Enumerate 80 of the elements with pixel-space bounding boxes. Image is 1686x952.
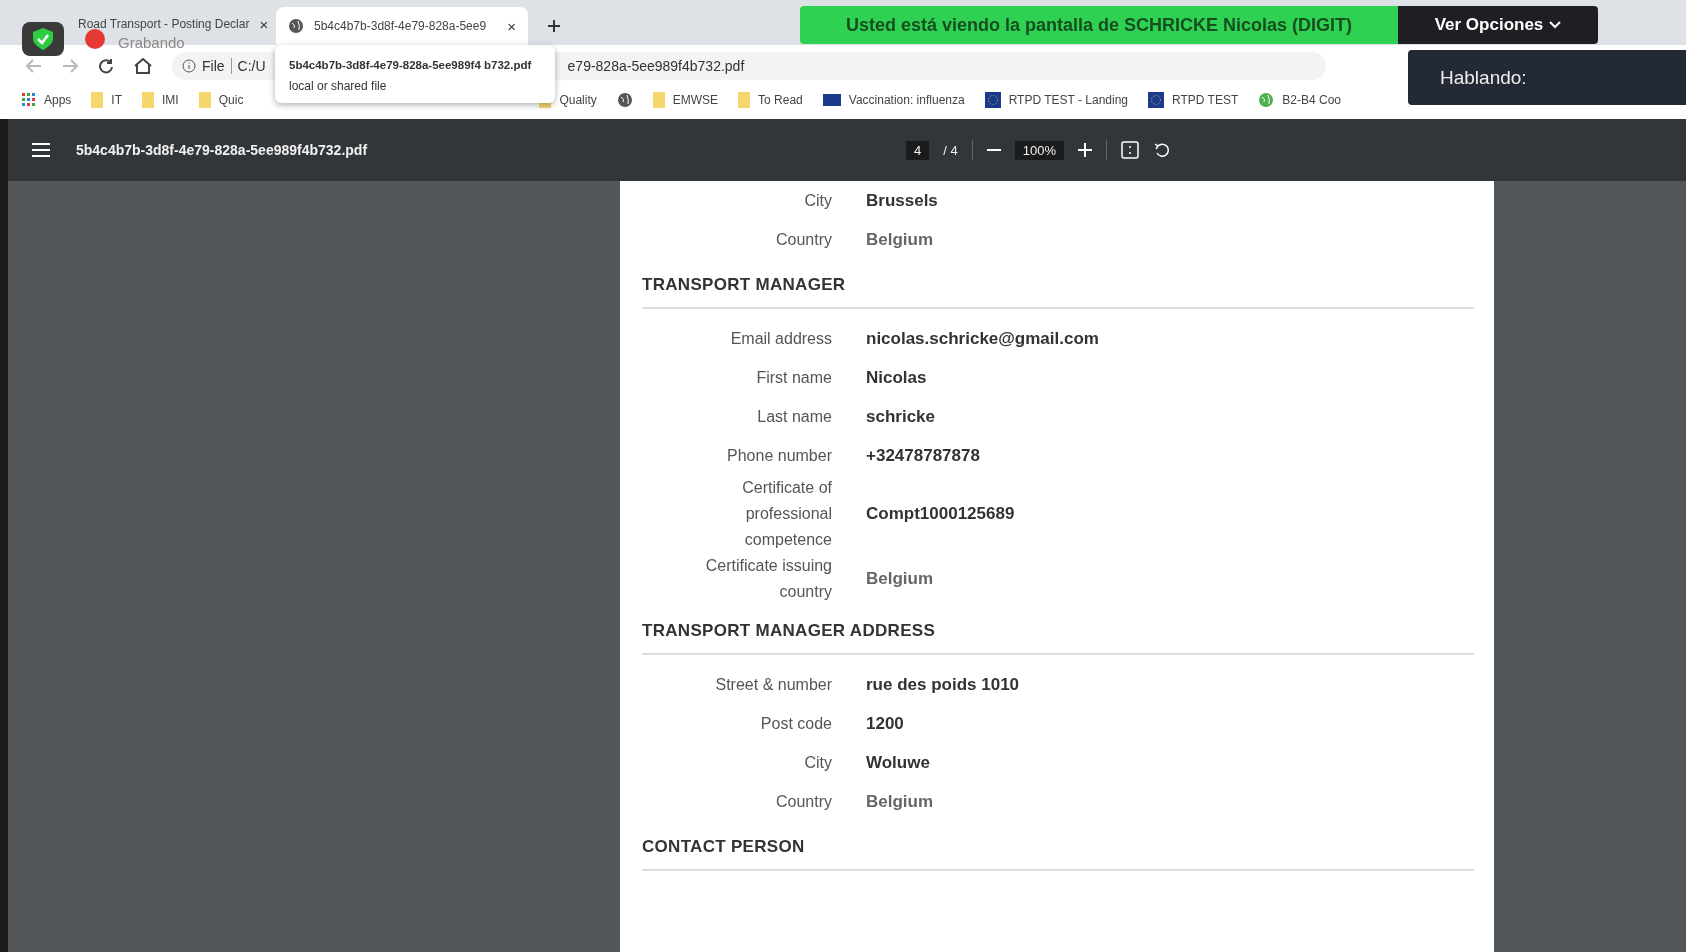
address-text: e79-828a-5ee989f4b732.pdf	[567, 58, 745, 74]
field-value: rue des poids 1010	[866, 674, 1020, 695]
field-value: Compt1000125689	[866, 504, 1015, 524]
info-icon	[182, 59, 196, 73]
field-label: Street & number	[714, 674, 832, 695]
field-value: Belgium	[866, 791, 934, 812]
field-label: City	[803, 190, 832, 211]
eu-flag-icon	[1148, 92, 1165, 108]
zoom-field[interactable]: 100%	[1014, 140, 1064, 160]
screen-share-banner: Usted está viendo la pantalla de SCHRICKE Nicolas (DIGIT)	[800, 6, 1398, 44]
bookmark[interactable]: To Read	[738, 92, 803, 108]
field-label: Last name	[756, 406, 832, 427]
field-label: Email address	[729, 328, 832, 349]
fit-page-icon[interactable]	[1120, 141, 1139, 159]
close-icon[interactable]: ×	[259, 15, 269, 33]
menu-icon[interactable]	[32, 143, 50, 157]
section-heading: CONTACT PERSON	[642, 821, 1474, 871]
field-value: +32478787878	[866, 445, 980, 466]
field-label: Post code	[759, 713, 832, 734]
page-total: / 4	[943, 142, 958, 158]
field-label: First name	[755, 367, 832, 388]
field-value: Woluwe	[866, 752, 930, 773]
section-heading: TRANSPORT MANAGER ADDRESS	[642, 605, 1474, 655]
tooltip-subtitle: local or shared file	[289, 79, 388, 93]
field-label: Country	[774, 791, 832, 812]
field-value: Nicolas	[866, 367, 927, 388]
rotate-icon[interactable]	[1152, 141, 1171, 159]
zoom-in-icon[interactable]	[1077, 143, 1092, 157]
new-tab-icon[interactable]	[546, 18, 562, 34]
recording-dot-icon	[85, 29, 105, 49]
field-value: Belgium	[866, 229, 934, 250]
browser-tab[interactable]: 5b4c4b7b-3d8f-4e79-828a-5ee9 ×	[276, 7, 528, 45]
bookmark[interactable]: EMWSE	[652, 92, 719, 108]
reload-icon[interactable]	[98, 58, 114, 74]
file-name: 5b4c4b7b-3d8f-4e79-828a-5ee989f4b732.pdf	[76, 142, 368, 158]
folder-icon	[738, 92, 751, 108]
field-value: Belgium	[866, 569, 934, 589]
bookmark[interactable]: RTPD TEST - Landing	[984, 92, 1129, 108]
folder-icon	[91, 92, 104, 108]
globe-icon	[288, 18, 304, 34]
field-label: City	[803, 752, 832, 773]
browser-tab[interactable]: Road Transport - Posting Declar ×	[66, 14, 272, 34]
folder-icon	[142, 92, 155, 108]
bookmark[interactable]: RTPD TEST	[1148, 92, 1239, 108]
bookmark[interactable]: Quic	[198, 92, 244, 108]
field-label: Phone number	[726, 445, 832, 466]
field-label: Certificate of professional competence	[741, 478, 832, 550]
folder-icon	[198, 92, 211, 108]
globe-icon	[1258, 92, 1275, 108]
tab-title: Road Transport - Posting Declar	[78, 17, 250, 31]
page-number-field[interactable]: 4	[906, 140, 930, 160]
field-value: nicolas.schricke@gmail.com	[866, 328, 1099, 349]
shield-check-icon[interactable]	[22, 22, 64, 56]
bookmark[interactable]: Apps	[22, 93, 72, 107]
field-value: Brussels	[866, 190, 938, 211]
field-value: 1200	[866, 713, 904, 734]
chevron-down-icon	[1549, 21, 1562, 29]
field-value: schricke	[866, 406, 935, 427]
section-heading: TRANSPORT MANAGER	[642, 259, 1474, 309]
eu-flag-icon	[984, 92, 1001, 108]
bookmark[interactable]: B2-B4 Coo	[1258, 92, 1341, 108]
address-text: C:/U	[237, 58, 266, 74]
scheme-label: File	[202, 58, 225, 74]
close-icon[interactable]: ×	[507, 17, 516, 35]
home-icon[interactable]	[134, 58, 152, 74]
bookmark[interactable]	[616, 92, 633, 108]
view-options-button[interactable]: Ver Opciones	[1398, 6, 1598, 44]
flag-icon	[822, 94, 841, 106]
speaking-panel: Hablando:	[1408, 50, 1686, 105]
tab-title: 5b4c4b7b-3d8f-4e79-828a-5ee9	[314, 19, 488, 33]
bookmark[interactable]: Vaccination: influenza	[822, 93, 965, 107]
tooltip-title: 5b4c4b7b-3d8f-4e79-828a-5ee989f4 b732.pdf	[289, 58, 533, 73]
field-label: Country	[774, 229, 832, 250]
bookmark[interactable]: IMI	[142, 92, 179, 108]
globe-icon	[616, 92, 633, 108]
recording-label: Grabando	[118, 34, 185, 51]
field-label: Certificate issuing country	[704, 556, 832, 602]
apps-grid-icon	[22, 93, 36, 107]
folder-icon	[652, 92, 665, 108]
bookmark[interactable]: IT	[91, 92, 123, 108]
